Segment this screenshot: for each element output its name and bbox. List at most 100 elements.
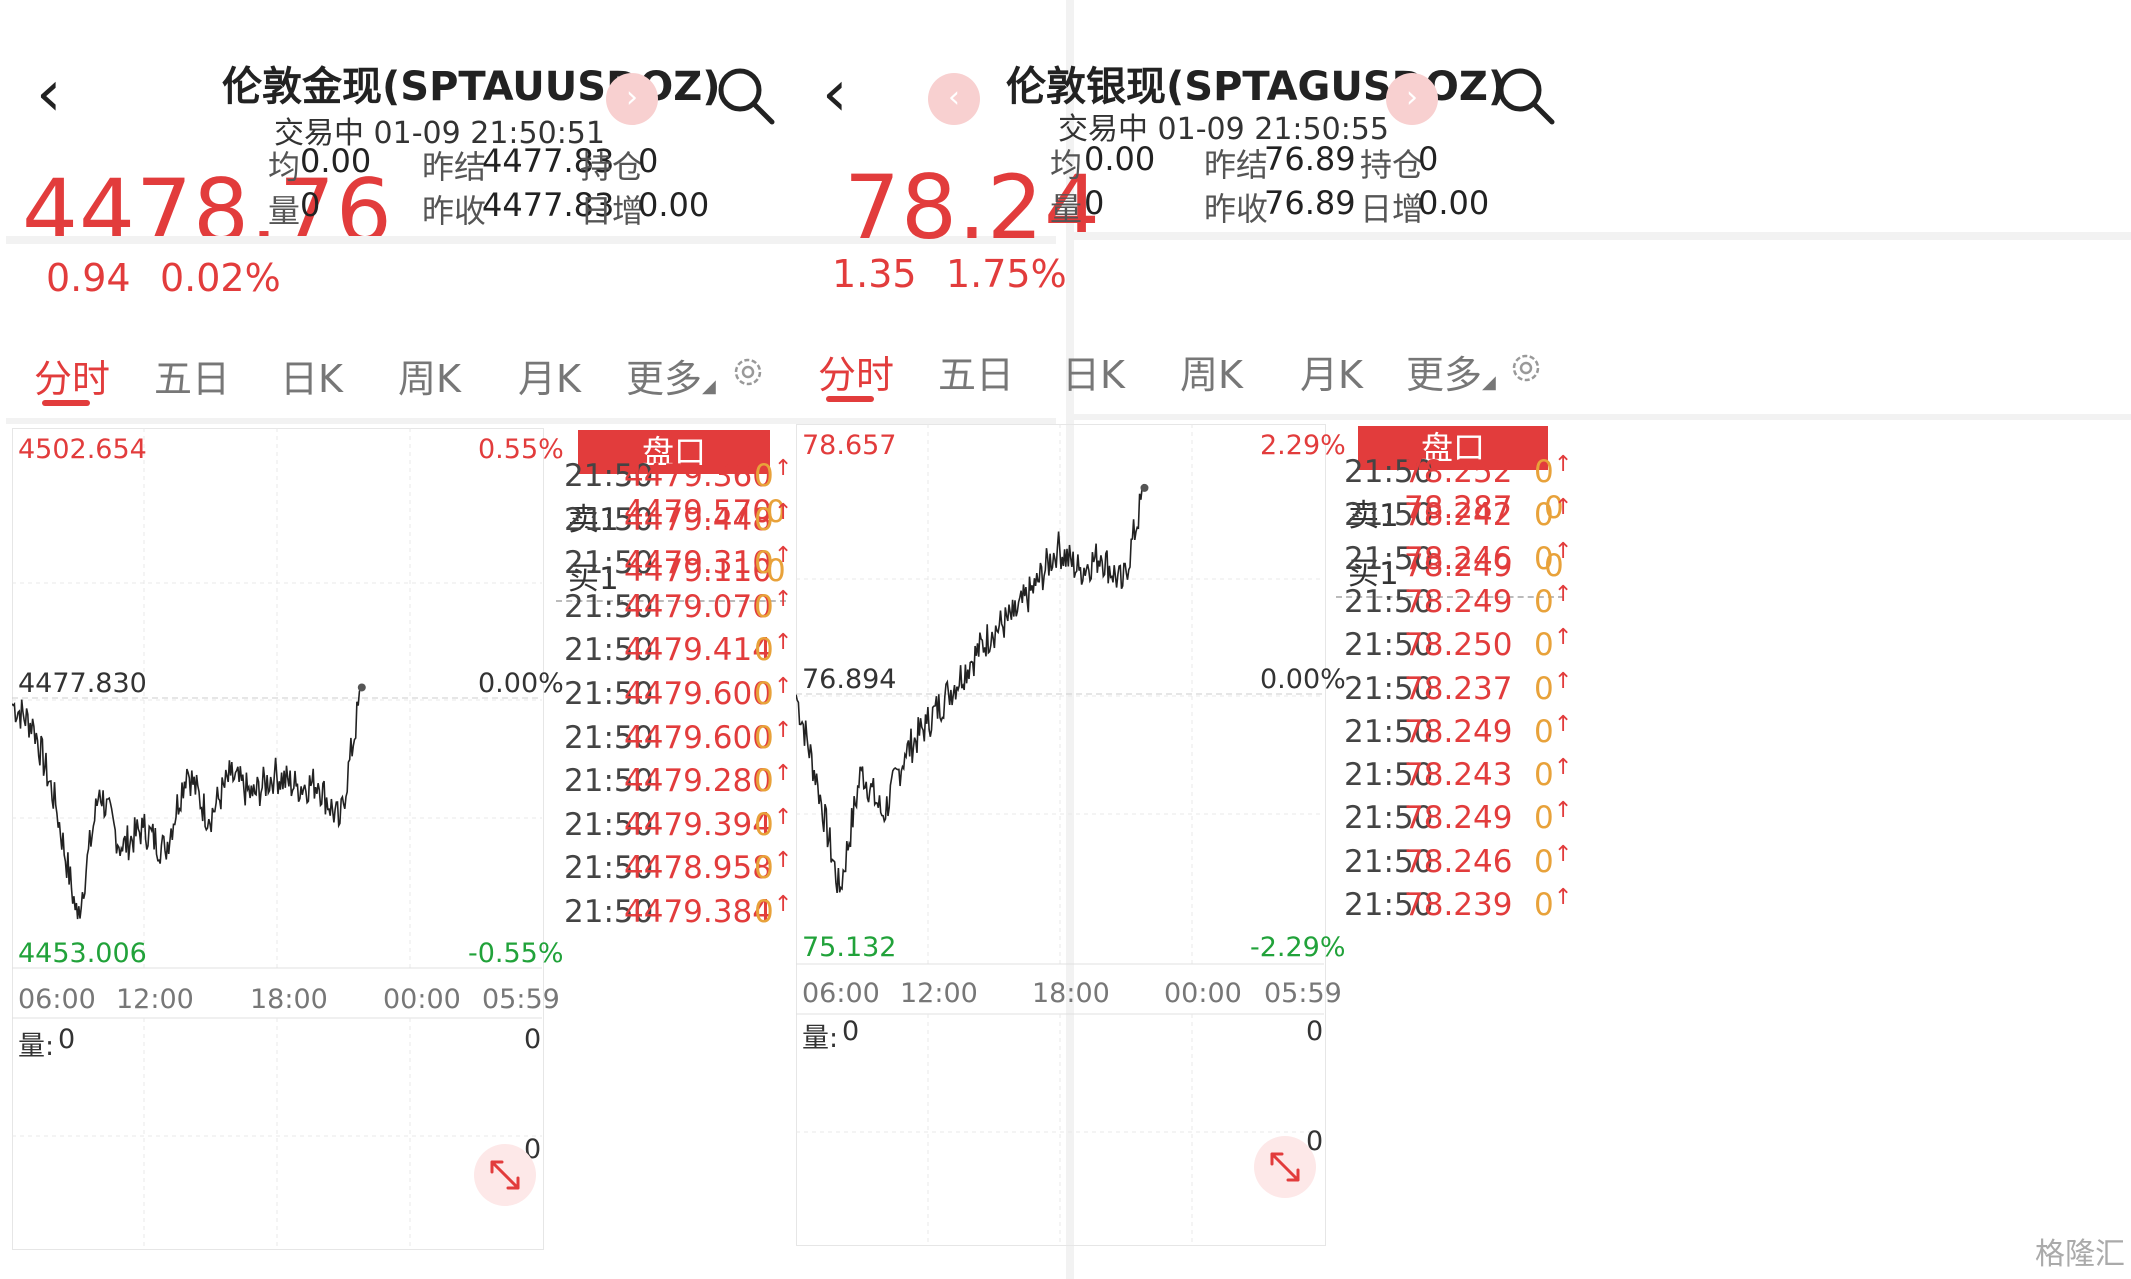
tick-volume: 0 xyxy=(1534,843,1554,880)
tick-price: 4479.360 xyxy=(624,458,772,494)
prev-settle-label: 昨结 xyxy=(1204,146,1269,184)
active-tab-indicator xyxy=(42,400,90,406)
search-icon[interactable] xyxy=(714,64,778,128)
settings-gear-icon[interactable] xyxy=(1510,352,1542,384)
tick-volume: 0 xyxy=(1534,540,1554,577)
tick-price: 4478.958 xyxy=(624,850,772,887)
watermark-logo: 格隆汇 xyxy=(2035,1229,2125,1273)
tab-more[interactable]: 更多◢ xyxy=(626,348,716,403)
tick-up-arrow-icon: ↑ xyxy=(1554,538,1573,564)
tick-volume: 0 xyxy=(1534,497,1554,534)
volume-value: 0 xyxy=(842,1016,860,1047)
chart-low-pct: -0.55% xyxy=(468,938,564,969)
tick-up-arrow-icon: ↑ xyxy=(1554,755,1573,781)
prev-settle-label: 昨结 xyxy=(422,148,487,186)
chart-prev-close: 4477.830 xyxy=(18,668,147,699)
tab-more-label: 更多 xyxy=(1406,353,1483,397)
tab-more[interactable]: 更多◢ xyxy=(1406,344,1496,399)
fullscreen-expand-icon[interactable] xyxy=(474,1144,536,1206)
fullscreen-expand-icon[interactable] xyxy=(1254,1136,1316,1198)
tick-volume: 0 xyxy=(1534,757,1554,794)
dropdown-triangle-icon: ◢ xyxy=(702,376,716,397)
tab-five-day[interactable]: 五日 xyxy=(154,348,230,403)
next-instrument-icon[interactable]: › xyxy=(606,73,658,125)
time-tick: 06:00 xyxy=(802,978,880,1009)
dropdown-triangle-icon: ◢ xyxy=(1482,372,1496,393)
tick-up-arrow-icon: ↑ xyxy=(1554,711,1573,737)
prev-close-label: 昨收 xyxy=(1204,190,1269,228)
time-tick: 18:00 xyxy=(250,984,328,1015)
tick-volume: 0 xyxy=(754,501,774,538)
tick-volume: 0 xyxy=(754,763,774,800)
position-value: 0 xyxy=(1418,140,1439,178)
tick-volume: 0 xyxy=(1534,887,1554,923)
chart-high-price: 78.657 xyxy=(802,430,897,461)
tick-up-arrow-icon: ↑ xyxy=(774,630,793,656)
tick-up-arrow-icon: ↑ xyxy=(774,848,793,874)
tab-weekly-k[interactable]: 周K xyxy=(398,348,461,403)
next-instrument-icon[interactable]: › xyxy=(1386,73,1438,125)
tick-price: 78.246 xyxy=(1404,843,1513,880)
prev-close-value: 76.89 xyxy=(1264,184,1356,222)
tick-price: 78.237 xyxy=(1404,670,1513,707)
prev-close-label: 昨收 xyxy=(422,192,487,230)
vol-label: 量 xyxy=(1050,190,1083,228)
time-tick: 05:59 xyxy=(482,984,560,1015)
tab-intraday[interactable]: 分时 xyxy=(34,348,110,403)
volume-label: 量: xyxy=(18,1031,55,1062)
tick-price: 4479.414 xyxy=(624,632,772,669)
chart-zero-pct: 0.00% xyxy=(1260,664,1346,695)
chart-high-pct: 0.55% xyxy=(478,434,564,465)
time-tick: 06:00 xyxy=(18,984,96,1015)
tick-price: 78.242 xyxy=(1404,497,1513,534)
tick-volume: 0 xyxy=(754,632,774,669)
tick-price: 78.249 xyxy=(1404,800,1513,837)
tick-price: 4479.448 xyxy=(624,501,772,538)
daily-inc-value: 0.00 xyxy=(638,186,710,224)
chart-low-pct: -2.29% xyxy=(1250,932,1346,963)
tick-volume: 0 xyxy=(754,894,774,930)
silver-intraday-chart xyxy=(796,424,1324,1244)
position-label: 持仓 xyxy=(580,148,645,186)
tick-price: 4479.280 xyxy=(624,763,772,800)
tick-volume: 0 xyxy=(1534,713,1554,750)
avg-value: 0.00 xyxy=(1084,140,1156,178)
active-tab-indicator xyxy=(826,396,874,402)
volume-label: 量: xyxy=(802,1023,839,1054)
tick-up-arrow-icon: ↑ xyxy=(1554,495,1573,521)
chart-low-price: 4453.006 xyxy=(18,938,147,969)
daily-inc-label: 日增 xyxy=(1360,190,1425,228)
tick-volume: 0 xyxy=(754,588,774,625)
tab-monthly-k[interactable]: 月K xyxy=(518,348,581,403)
tab-monthly-k[interactable]: 月K xyxy=(1300,344,1363,399)
tick-volume: 0 xyxy=(1534,670,1554,707)
tab-five-day[interactable]: 五日 xyxy=(938,344,1014,399)
tick-up-arrow-icon: ↑ xyxy=(774,499,793,525)
tick-volume: 0 xyxy=(1534,454,1554,490)
tab-weekly-k[interactable]: 周K xyxy=(1180,344,1243,399)
tab-daily-k[interactable]: 日K xyxy=(280,348,343,403)
search-icon[interactable] xyxy=(1494,64,1558,128)
vol-label: 量 xyxy=(268,192,301,230)
tick-volume: 0 xyxy=(754,676,774,712)
watermark-text: 格隆汇 xyxy=(2035,1237,2125,1272)
tick-up-arrow-icon: ↑ xyxy=(774,586,793,612)
tick-price: 4479.310 xyxy=(624,545,772,582)
section-divider xyxy=(1074,232,2131,240)
tick-price: 78.252 xyxy=(1404,454,1513,490)
tick-volume: 0 xyxy=(754,545,774,582)
prev-instrument-icon[interactable]: ‹ xyxy=(928,73,980,125)
back-chevron-icon[interactable]: ‹ xyxy=(822,62,848,126)
tab-daily-k[interactable]: 日K xyxy=(1062,344,1125,399)
tick-up-arrow-icon: ↑ xyxy=(774,892,793,917)
tab-intraday[interactable]: 分时 xyxy=(818,344,894,399)
tick-price: 78.250 xyxy=(1404,627,1513,664)
tick-price: 4479.600 xyxy=(624,719,772,756)
time-tick: 18:00 xyxy=(1032,978,1110,1009)
tick-up-arrow-icon: ↑ xyxy=(1554,581,1573,607)
settings-gear-icon[interactable] xyxy=(732,356,764,388)
volume-max: 0 xyxy=(1306,1016,1324,1047)
section-divider xyxy=(1074,414,2131,420)
daily-inc-label: 日增 xyxy=(580,192,645,230)
back-chevron-icon[interactable]: ‹ xyxy=(36,62,62,126)
